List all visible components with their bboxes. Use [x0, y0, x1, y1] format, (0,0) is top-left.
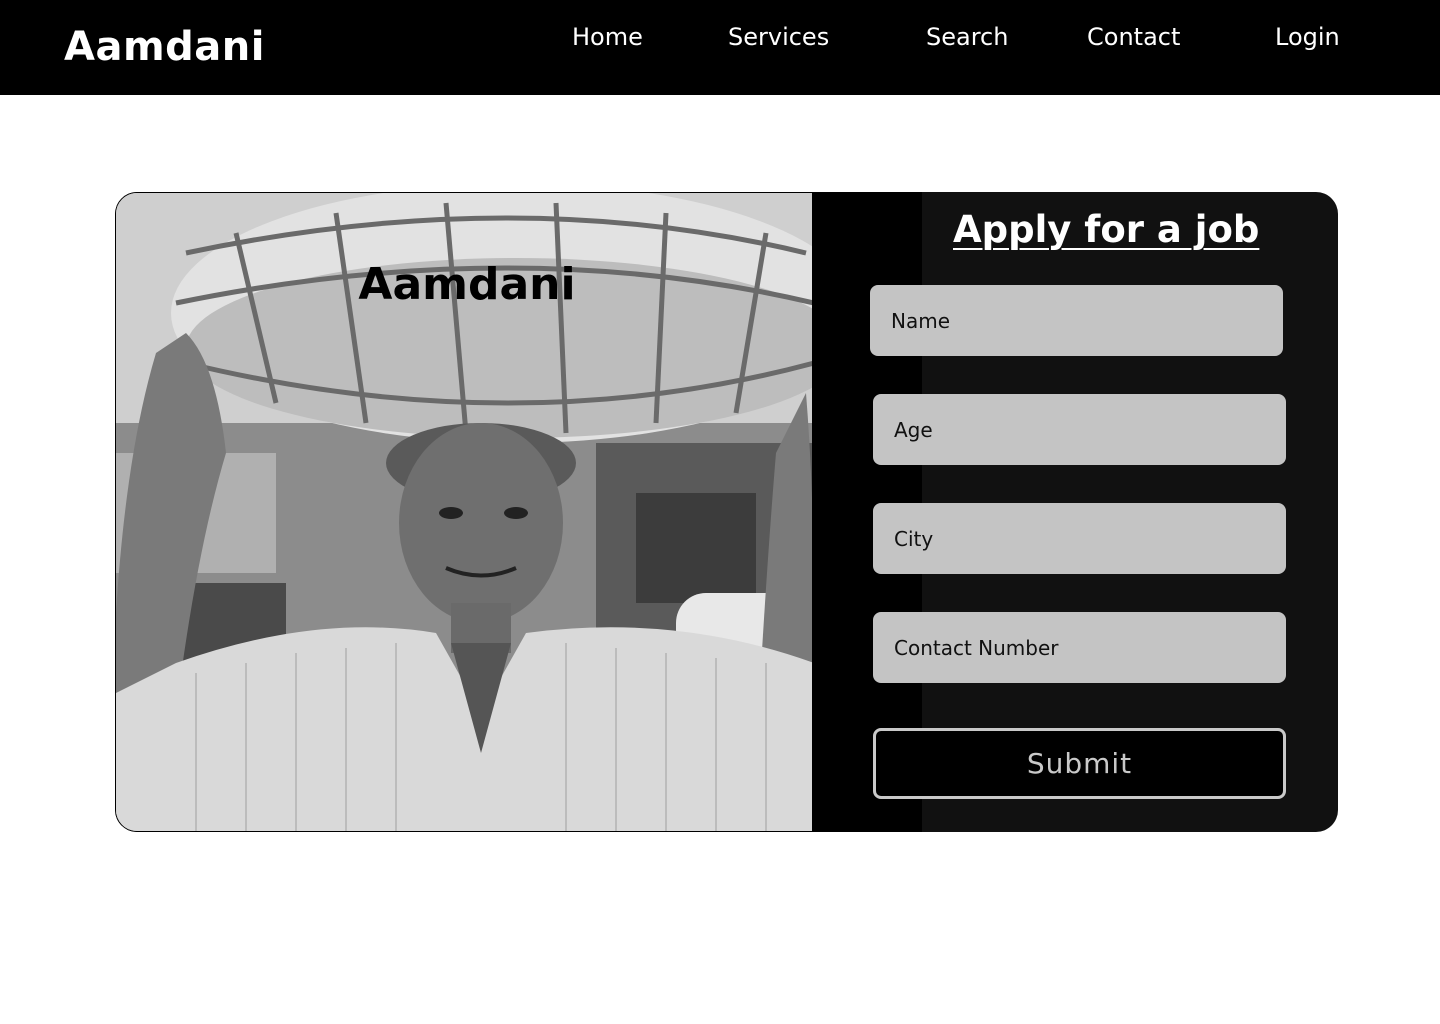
top-navbar: Aamdani Home Services Search Contact Log… — [0, 0, 1440, 95]
nav-link-search[interactable]: Search — [926, 23, 1008, 51]
brand-logo-link[interactable]: Aamdani — [64, 24, 265, 70]
name-field[interactable] — [870, 285, 1283, 356]
form-title: Apply for a job — [953, 208, 1260, 251]
porter-photo: Aamdani — [115, 192, 813, 832]
nav-link-home[interactable]: Home — [572, 23, 643, 51]
contact-number-field[interactable] — [873, 612, 1286, 683]
age-field[interactable] — [873, 394, 1286, 465]
job-application-card: Aamdani Apply for a job Submit — [115, 192, 1338, 832]
city-field[interactable] — [873, 503, 1286, 574]
submit-button[interactable]: Submit — [873, 728, 1286, 799]
photo-overlay-title: Aamdani — [358, 259, 576, 310]
nav-link-login[interactable]: Login — [1275, 23, 1340, 51]
nav-link-contact[interactable]: Contact — [1087, 23, 1180, 51]
nav-link-services[interactable]: Services — [728, 23, 829, 51]
